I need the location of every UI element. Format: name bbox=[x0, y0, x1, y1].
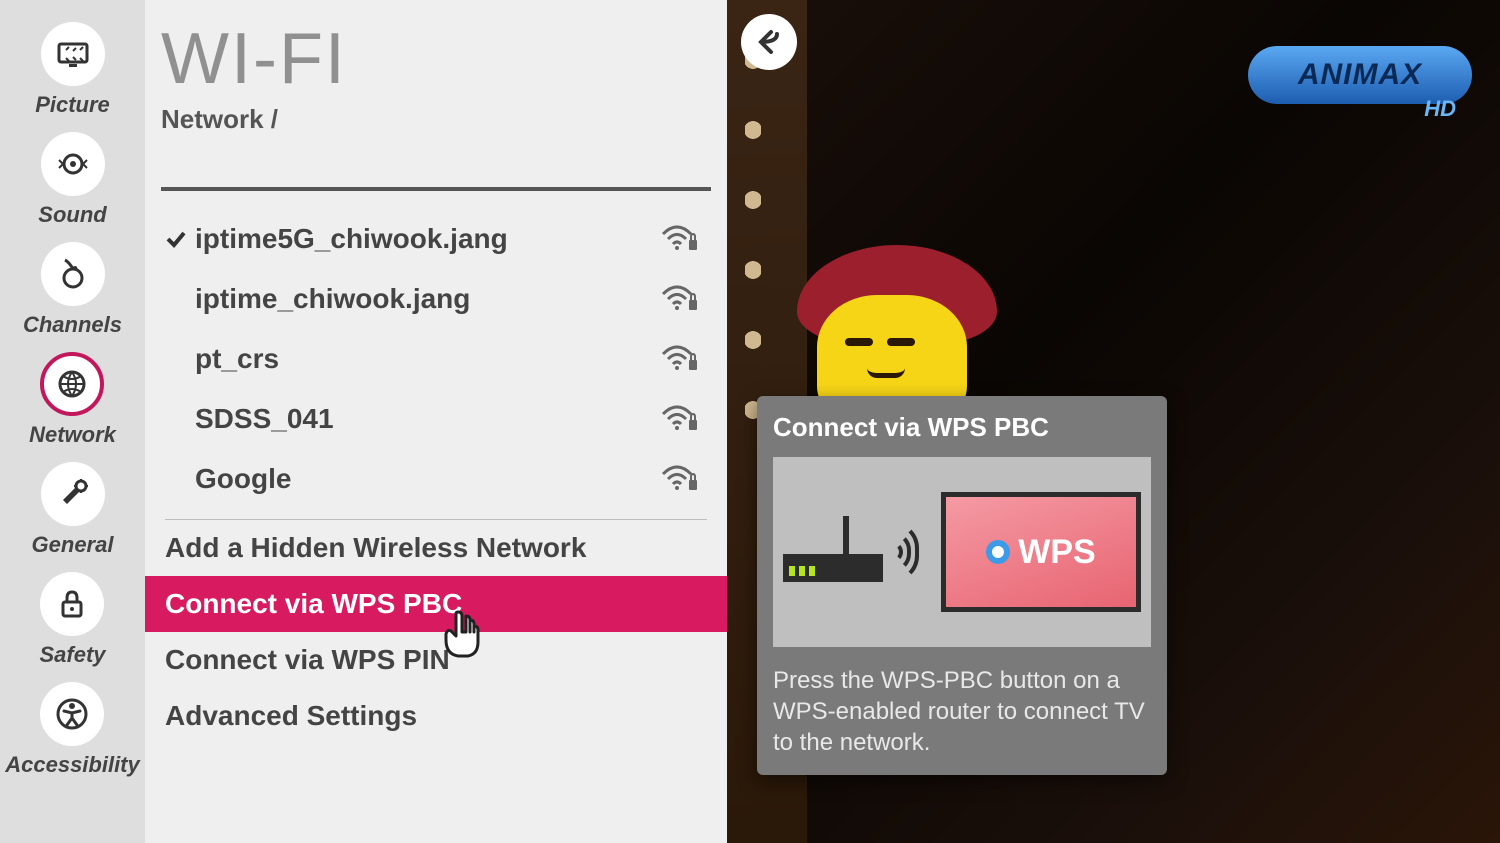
network-name: iptime_chiwook.jang bbox=[195, 283, 661, 315]
router-icon bbox=[783, 554, 883, 582]
lock-icon bbox=[40, 572, 104, 636]
sidebar-label: Safety bbox=[39, 642, 105, 668]
connect-wps-pbc-button[interactable]: Connect via WPS PBC bbox=[145, 576, 727, 632]
wifi-settings-panel: WI-FI Network / iptime5G_chiwook.jang ip… bbox=[145, 0, 727, 843]
add-hidden-network-button[interactable]: Add a Hidden Wireless Network bbox=[145, 520, 727, 576]
tv-icon: WPS bbox=[941, 492, 1141, 612]
back-button[interactable] bbox=[741, 14, 797, 70]
wps-info-panel: Connect via WPS PBC WPS Press the WPS-PB… bbox=[757, 396, 1167, 775]
wps-illustration: WPS bbox=[773, 457, 1151, 647]
sidebar-label: Channels bbox=[23, 312, 122, 338]
sidebar-label: Picture bbox=[35, 92, 110, 118]
info-panel-title: Connect via WPS PBC bbox=[773, 412, 1151, 443]
advanced-settings-button[interactable]: Advanced Settings bbox=[145, 688, 727, 744]
channels-icon bbox=[41, 242, 105, 306]
network-name: Google bbox=[195, 463, 661, 495]
sound-icon bbox=[41, 132, 105, 196]
wifi-secured-icon bbox=[661, 402, 699, 437]
sidebar-item-sound[interactable]: Sound bbox=[38, 132, 106, 228]
network-name: SDSS_041 bbox=[195, 403, 661, 435]
wifi-network-item[interactable]: iptime5G_chiwook.jang bbox=[145, 209, 727, 269]
wifi-network-item[interactable]: iptime_chiwook.jang bbox=[145, 269, 727, 329]
sidebar-label: General bbox=[32, 532, 114, 558]
wifi-secured-icon bbox=[661, 282, 699, 317]
info-panel-description: Press the WPS-PBC button on a WPS-enable… bbox=[773, 665, 1151, 759]
sidebar-label: Sound bbox=[38, 202, 106, 228]
network-name: pt_crs bbox=[195, 343, 661, 375]
channel-quality-badge: HD bbox=[1424, 96, 1456, 122]
wifi-network-item[interactable]: pt_crs bbox=[145, 329, 727, 389]
settings-sidebar: Picture Sound Channels Network General S… bbox=[0, 0, 145, 843]
sidebar-item-network[interactable]: Network bbox=[29, 352, 116, 448]
wifi-secured-icon bbox=[661, 462, 699, 497]
sidebar-item-safety[interactable]: Safety bbox=[39, 572, 105, 668]
sidebar-item-general[interactable]: General bbox=[32, 462, 114, 558]
sidebar-label: Accessibility bbox=[5, 752, 140, 778]
sidebar-item-accessibility[interactable]: Accessibility bbox=[5, 682, 140, 778]
page-title: WI-FI bbox=[161, 18, 727, 100]
wifi-secured-icon bbox=[661, 342, 699, 377]
wifi-network-item[interactable]: SDSS_041 bbox=[145, 389, 727, 449]
connect-wps-pin-button[interactable]: Connect via WPS PIN bbox=[145, 632, 727, 688]
divider bbox=[161, 187, 711, 191]
wps-label: WPS bbox=[1018, 533, 1095, 572]
wifi-network-item[interactable]: Google bbox=[145, 449, 727, 509]
picture-icon bbox=[41, 22, 105, 86]
sidebar-label: Network bbox=[29, 422, 116, 448]
check-icon bbox=[165, 228, 195, 250]
sidebar-item-picture[interactable]: Picture bbox=[35, 22, 110, 118]
network-name: iptime5G_chiwook.jang bbox=[195, 223, 661, 255]
sidebar-item-channels[interactable]: Channels bbox=[23, 242, 122, 338]
accessibility-icon bbox=[40, 682, 104, 746]
breadcrumb: Network / bbox=[161, 104, 727, 135]
tv-preview: ANIMAX HD Connect via WPS PBC WPS Press … bbox=[727, 0, 1500, 843]
back-icon bbox=[753, 26, 785, 58]
wifi-network-list: iptime5G_chiwook.jang iptime_chiwook.jan… bbox=[145, 209, 727, 509]
wifi-secured-icon bbox=[661, 222, 699, 257]
general-icon bbox=[41, 462, 105, 526]
signal-icon bbox=[893, 522, 929, 582]
network-icon bbox=[40, 352, 104, 416]
